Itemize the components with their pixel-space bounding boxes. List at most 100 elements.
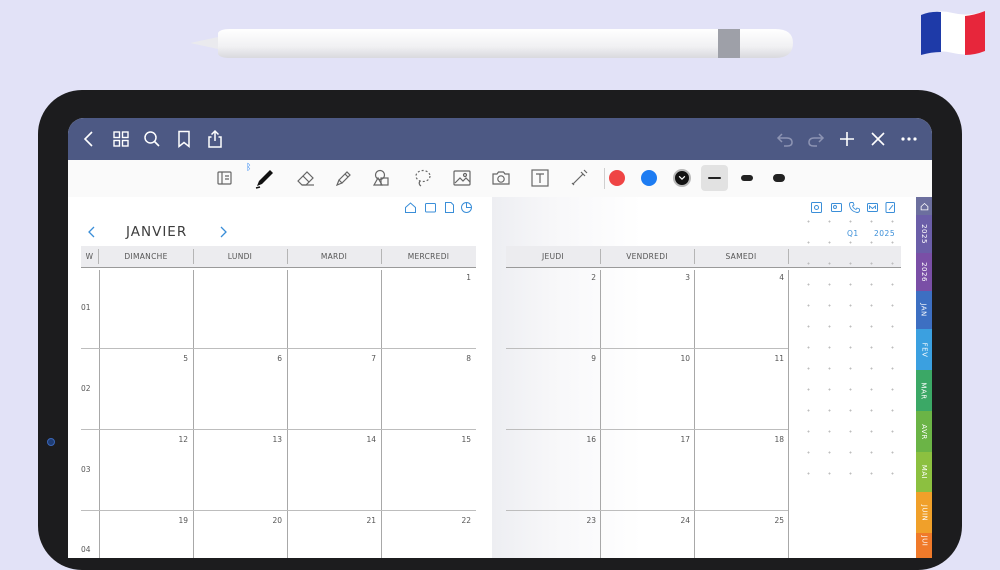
tab-label: MAI [920, 464, 928, 480]
folder-icon [425, 203, 436, 213]
eraser-tool-button[interactable] [294, 166, 318, 190]
day-number[interactable]: 13 [262, 435, 282, 444]
bookmark-icon [178, 130, 190, 149]
day-number[interactable]: 15 [451, 435, 471, 444]
next-month-button[interactable] [216, 225, 230, 239]
laser-pointer-button[interactable] [567, 166, 591, 190]
day-number[interactable]: 11 [764, 354, 784, 363]
tab-year-2025[interactable]: 2025 [916, 215, 932, 253]
home-icon [405, 202, 416, 213]
shapes-tool-button[interactable] [370, 166, 394, 190]
day-number[interactable]: 5 [168, 354, 188, 363]
stylus-pencil-image [190, 29, 793, 58]
tab-jui[interactable]: JUI [916, 533, 932, 558]
pen-tool-button[interactable] [253, 166, 277, 190]
grid-line [193, 270, 194, 558]
highlighter-tool-button[interactable] [332, 166, 356, 190]
share-button[interactable] [204, 128, 226, 150]
drawing-toolbar: ᛒ [68, 160, 932, 198]
tab-year-2026[interactable]: 2026 [916, 253, 932, 291]
day-number[interactable]: 19 [168, 516, 188, 525]
black-color-swatch[interactable] [673, 169, 691, 187]
tab-label: AVR [920, 423, 928, 440]
week-number: 03 [81, 465, 91, 474]
image-tool-button[interactable] [450, 166, 474, 190]
lasso-icon [415, 169, 431, 187]
day-number[interactable]: 6 [262, 354, 282, 363]
stroke-width-thin-button[interactable] [701, 165, 728, 191]
tab-label: JUI [919, 535, 928, 547]
day-number[interactable]: 14 [356, 435, 376, 444]
tab-mai[interactable]: MAI [916, 452, 932, 492]
camera-icon [492, 171, 510, 185]
camera-tool-button[interactable] [489, 166, 513, 190]
day-number[interactable]: 18 [764, 435, 784, 444]
day-number[interactable]: 2 [576, 273, 596, 282]
day-number[interactable]: 12 [168, 435, 188, 444]
thick-line-icon [772, 174, 785, 182]
day-number[interactable]: 23 [576, 516, 596, 525]
chevron-left-icon [83, 131, 93, 147]
home-link[interactable] [404, 199, 417, 213]
day-number[interactable]: 10 [670, 354, 690, 363]
grid-line [600, 270, 601, 558]
day-number[interactable]: 22 [451, 516, 471, 525]
day-number[interactable]: 1 [451, 273, 471, 282]
stroke-width-medium-button[interactable] [733, 165, 760, 191]
day-number[interactable]: 7 [356, 354, 376, 363]
text-tool-button[interactable] [528, 166, 552, 190]
redo-button[interactable] [805, 128, 827, 150]
more-options-button[interactable] [898, 128, 920, 150]
grid-line [287, 270, 288, 558]
pen-cross-icon [871, 132, 885, 146]
tab-fev[interactable]: FEV [916, 329, 932, 370]
weekday-header-left: W DIMANCHE LUNDI MARDI MERCREDI [81, 246, 476, 268]
grid-line [81, 510, 476, 511]
notes-link[interactable] [443, 199, 456, 213]
day-number[interactable]: 9 [576, 354, 596, 363]
week-number: 02 [81, 384, 91, 393]
close-toolbar-button[interactable] [867, 128, 889, 150]
stats-link[interactable] [460, 199, 473, 213]
text-box-icon [531, 169, 549, 187]
red-color-swatch[interactable] [609, 170, 625, 186]
day-number[interactable]: 21 [356, 516, 376, 525]
day-number[interactable]: 17 [670, 435, 690, 444]
more-icon [901, 137, 917, 141]
thumbnails-button[interactable] [110, 128, 132, 150]
add-page-button[interactable] [836, 128, 858, 150]
tab-jan[interactable]: JAN [916, 291, 932, 329]
header-divider [788, 249, 789, 264]
day-number[interactable]: 16 [576, 435, 596, 444]
blue-color-swatch[interactable] [641, 170, 657, 186]
lasso-tool-button[interactable] [411, 166, 435, 190]
undo-button[interactable] [774, 128, 796, 150]
app-screen: ᛒ JANVIER W DIMANCHE LUNDI MARDI MERCRED… [68, 118, 932, 558]
day-number[interactable]: 3 [670, 273, 690, 282]
tab-label: 2025 [920, 224, 929, 244]
back-button[interactable] [79, 128, 101, 150]
tab-mar[interactable]: MAR [916, 370, 932, 411]
previous-month-button[interactable] [85, 225, 99, 239]
month-title: JANVIER [126, 224, 188, 240]
day-number[interactable]: 24 [670, 516, 690, 525]
bookmark-button[interactable] [173, 128, 195, 150]
day-number[interactable]: 25 [764, 516, 784, 525]
tab-avr[interactable]: AVR [916, 411, 932, 452]
stroke-width-thick-button[interactable] [765, 165, 792, 191]
day-number[interactable]: 8 [451, 354, 471, 363]
grid-icon [113, 131, 129, 147]
day-number[interactable]: 4 [764, 273, 784, 282]
header-samedi: SAMEDI [725, 252, 757, 261]
top-navigation-bar [68, 118, 932, 160]
notes-dot-grid[interactable] [795, 208, 905, 478]
fountain-pen-icon [255, 170, 273, 189]
tab-home[interactable] [916, 197, 932, 215]
search-button[interactable] [141, 128, 163, 150]
read-only-mode-button[interactable] [213, 166, 237, 190]
grid-line [788, 270, 789, 558]
day-number[interactable]: 20 [262, 516, 282, 525]
planner-index-link[interactable] [424, 199, 437, 213]
tab-juin[interactable]: JUIN [916, 492, 932, 533]
redo-icon [808, 133, 825, 147]
